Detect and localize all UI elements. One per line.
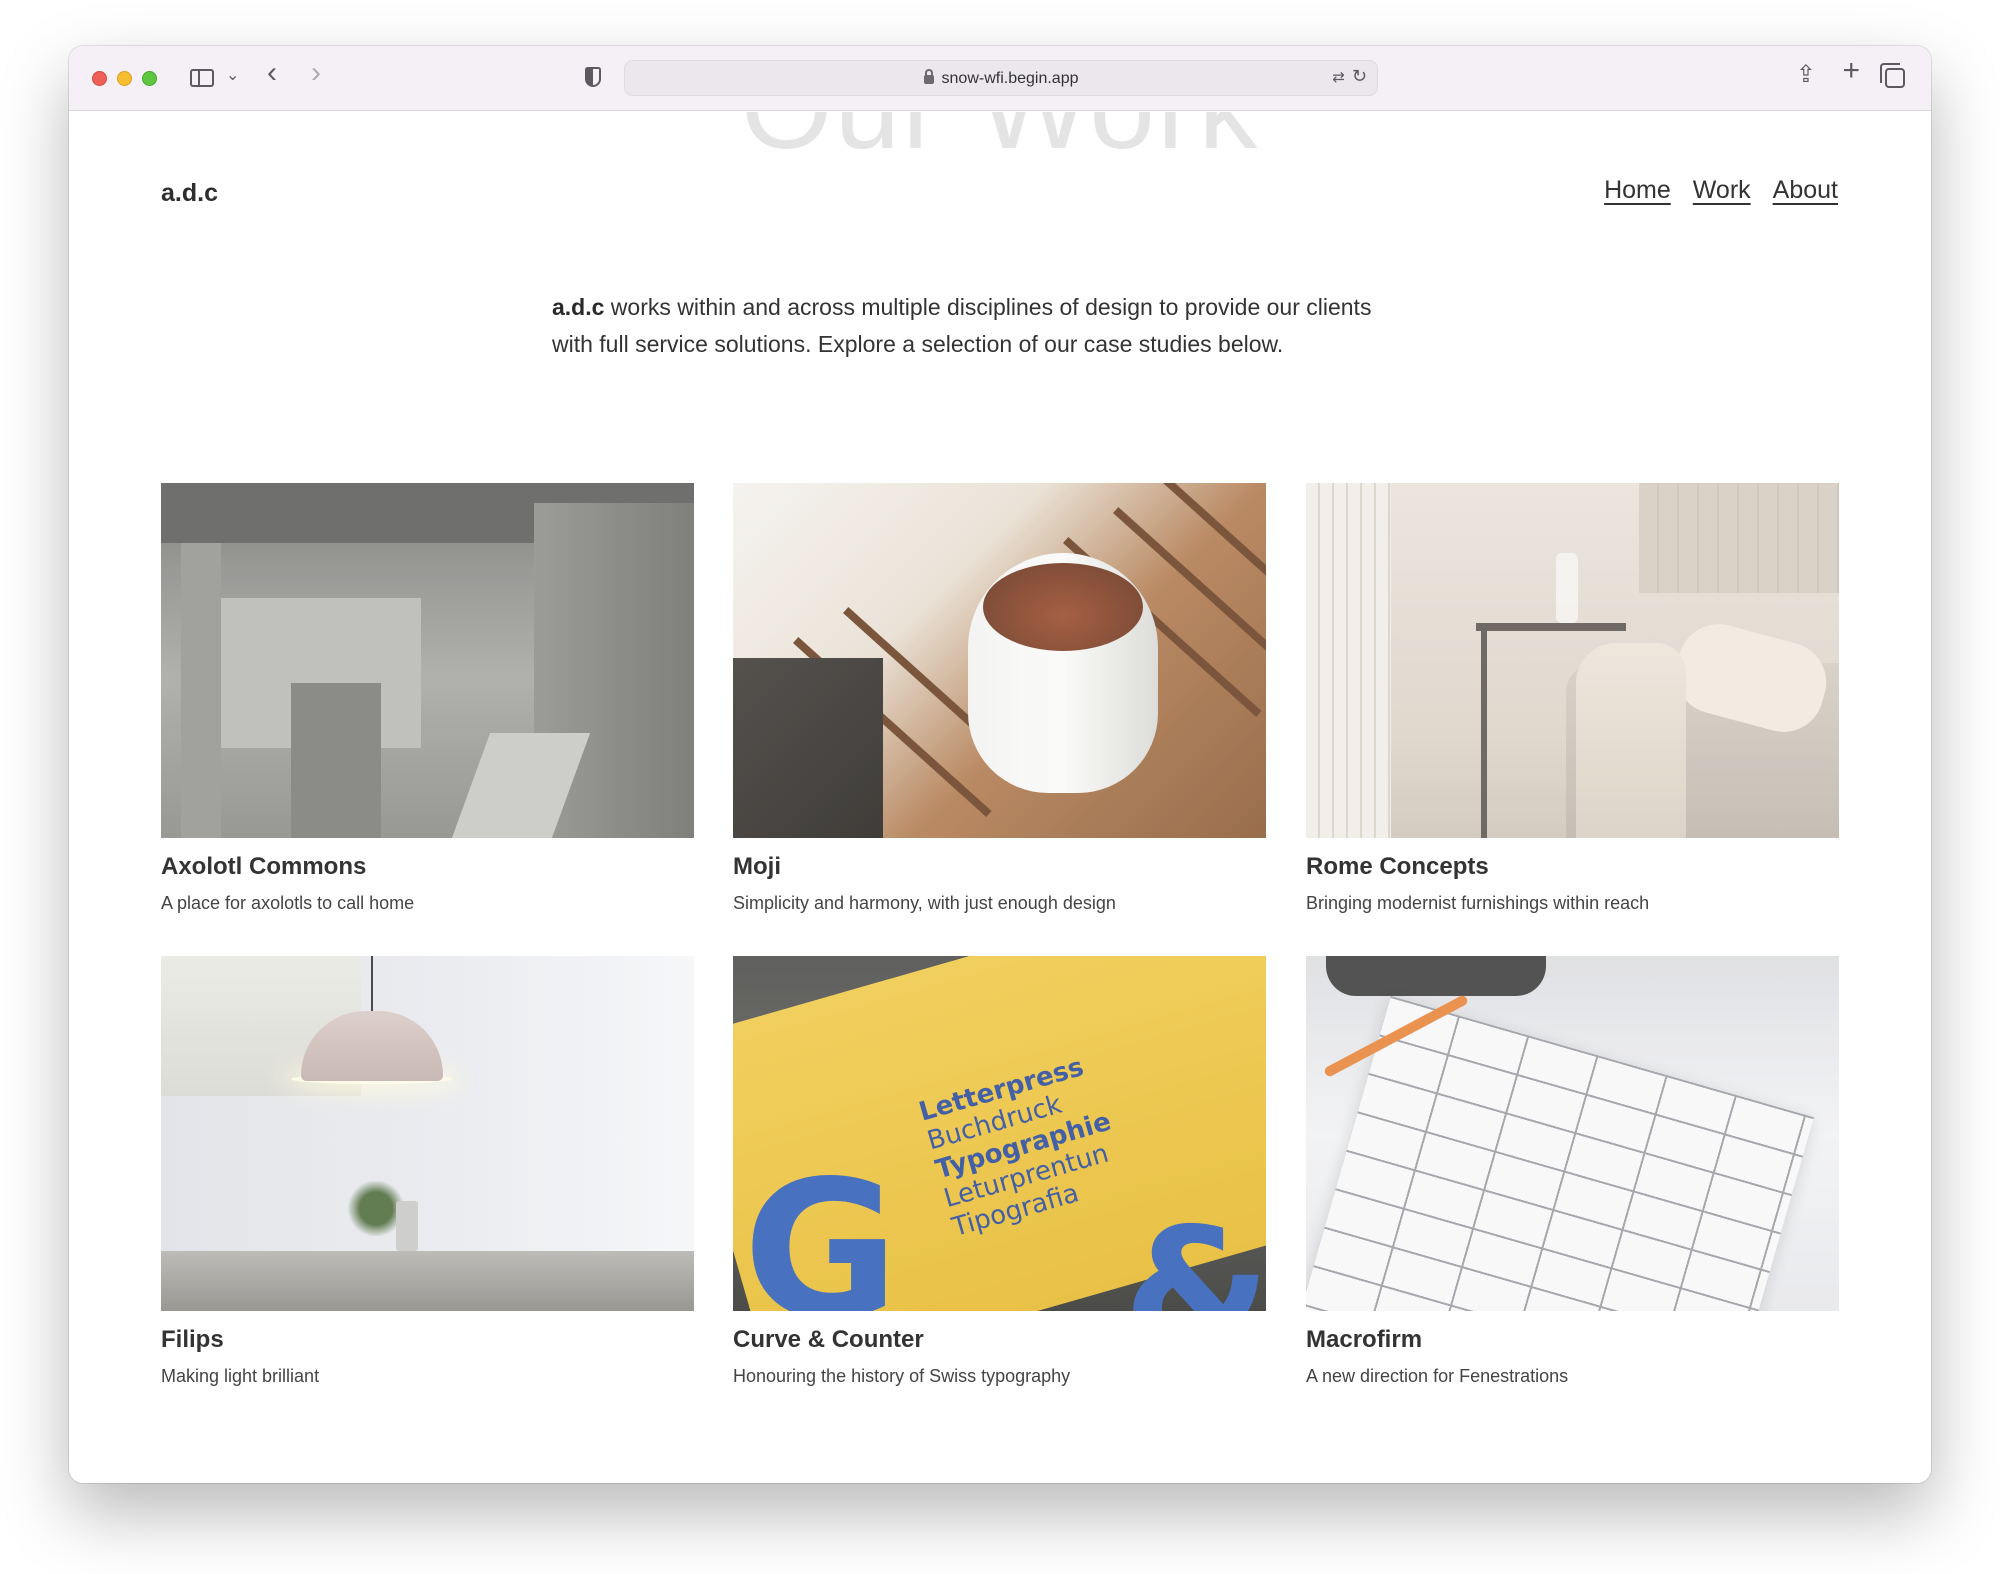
nav-about-link[interactable]: About: [1773, 176, 1838, 205]
lock-icon: [923, 69, 934, 84]
poster-word: Tipografia: [948, 1178, 1083, 1244]
project-title[interactable]: Filips: [161, 1326, 694, 1354]
project-image[interactable]: G & Letterpress Buchdruck Typographie Le…: [733, 956, 1266, 1311]
main-nav: Home Work About: [1604, 176, 1838, 205]
project-title[interactable]: Axolotl Commons: [161, 853, 694, 881]
nav-work-link[interactable]: Work: [1693, 176, 1751, 205]
address-bar[interactable]: snow-wfi.begin.app ⇄ ↻: [624, 60, 1378, 96]
url-display[interactable]: snow-wfi.begin.app: [625, 69, 1377, 88]
intro-text-line-1: works within and across multiple discipl…: [604, 294, 1372, 320]
sidebar-icon[interactable]: [190, 69, 214, 87]
project-card-moji[interactable]: Moji Simplicity and harmony, with just e…: [733, 483, 1266, 914]
project-card-axolotl-commons[interactable]: Axolotl Commons A place for axolotls to …: [161, 483, 694, 914]
web-page: Our Work a.d.c Home Work About a.d.c wor…: [69, 112, 1931, 1483]
chevron-down-icon[interactable]: ⌄: [226, 65, 239, 85]
project-card-curve-and-counter[interactable]: G & Letterpress Buchdruck Typographie Le…: [733, 956, 1266, 1387]
back-icon[interactable]: ‹: [267, 58, 277, 88]
poster-word: Letterpress: [915, 1052, 1088, 1128]
project-subtitle: A new direction for Fenestrations: [1306, 1366, 1569, 1386]
project-subtitle: A place for axolotls to call home: [161, 893, 415, 913]
nav-home-link[interactable]: Home: [1604, 176, 1671, 205]
project-title[interactable]: Curve & Counter: [733, 1326, 1266, 1354]
tabs-overview-icon[interactable]: [1880, 63, 1905, 88]
project-image[interactable]: [1306, 483, 1839, 838]
browser-toolbar: ⌄ ‹ › snow-wfi.begin.app ⇄ ↻ ⇪ +: [69, 46, 1931, 111]
intro-brand: a.d.c: [552, 294, 605, 320]
browser-window: ⌄ ‹ › snow-wfi.begin.app ⇄ ↻ ⇪ + Our Wor…: [69, 46, 1931, 1483]
share-icon[interactable]: ⇪: [1796, 60, 1816, 89]
poster-word: Leturprentun: [940, 1138, 1112, 1215]
minimize-icon[interactable]: [117, 71, 132, 86]
new-tab-icon[interactable]: +: [1842, 56, 1860, 86]
project-subtitle: Honouring the history of Swiss typograph…: [733, 1366, 1071, 1386]
intro-text-line-2: with full service solutions. Explore a s…: [552, 331, 1284, 357]
poster-ampersand: &: [1123, 1192, 1266, 1311]
intro-paragraph: a.d.c works within and across multiple d…: [552, 289, 1482, 363]
project-image[interactable]: [733, 483, 1266, 838]
project-subtitle: Bringing modernist furnishings within re…: [1306, 893, 1650, 913]
close-icon[interactable]: [92, 71, 107, 86]
translate-icon[interactable]: ⇄: [1332, 68, 1345, 86]
project-image[interactable]: [161, 956, 694, 1311]
site-logo[interactable]: a.d.c: [161, 179, 218, 208]
project-title[interactable]: Moji: [733, 853, 1266, 881]
url-text: snow-wfi.begin.app: [941, 70, 1079, 87]
project-card-filips[interactable]: Filips Making light brilliant: [161, 956, 694, 1387]
ghost-heading: Our Work: [69, 112, 1931, 176]
shield-icon[interactable]: [585, 67, 601, 87]
project-card-rome-concepts[interactable]: Rome Concepts Bringing modernist furnish…: [1306, 483, 1839, 914]
poster-word: Buchdruck: [924, 1089, 1066, 1157]
project-title[interactable]: Rome Concepts: [1306, 853, 1839, 881]
poster-word: Typographie: [932, 1106, 1115, 1186]
project-subtitle: Simplicity and harmony, with just enough…: [733, 893, 1116, 913]
project-card-macrofirm[interactable]: Macrofirm A new direction for Fenestrati…: [1306, 956, 1839, 1387]
poster-words: Letterpress Buchdruck Typographie Leturp…: [916, 1049, 1131, 1243]
poster-letter-g: G: [743, 1140, 899, 1312]
project-image[interactable]: [161, 483, 694, 838]
project-title[interactable]: Macrofirm: [1306, 1326, 1839, 1354]
reload-icon[interactable]: ↻: [1352, 66, 1367, 87]
zoom-icon[interactable]: [142, 71, 157, 86]
project-image[interactable]: [1306, 956, 1839, 1311]
project-subtitle: Making light brilliant: [161, 1366, 320, 1386]
forward-icon[interactable]: ›: [311, 58, 321, 88]
